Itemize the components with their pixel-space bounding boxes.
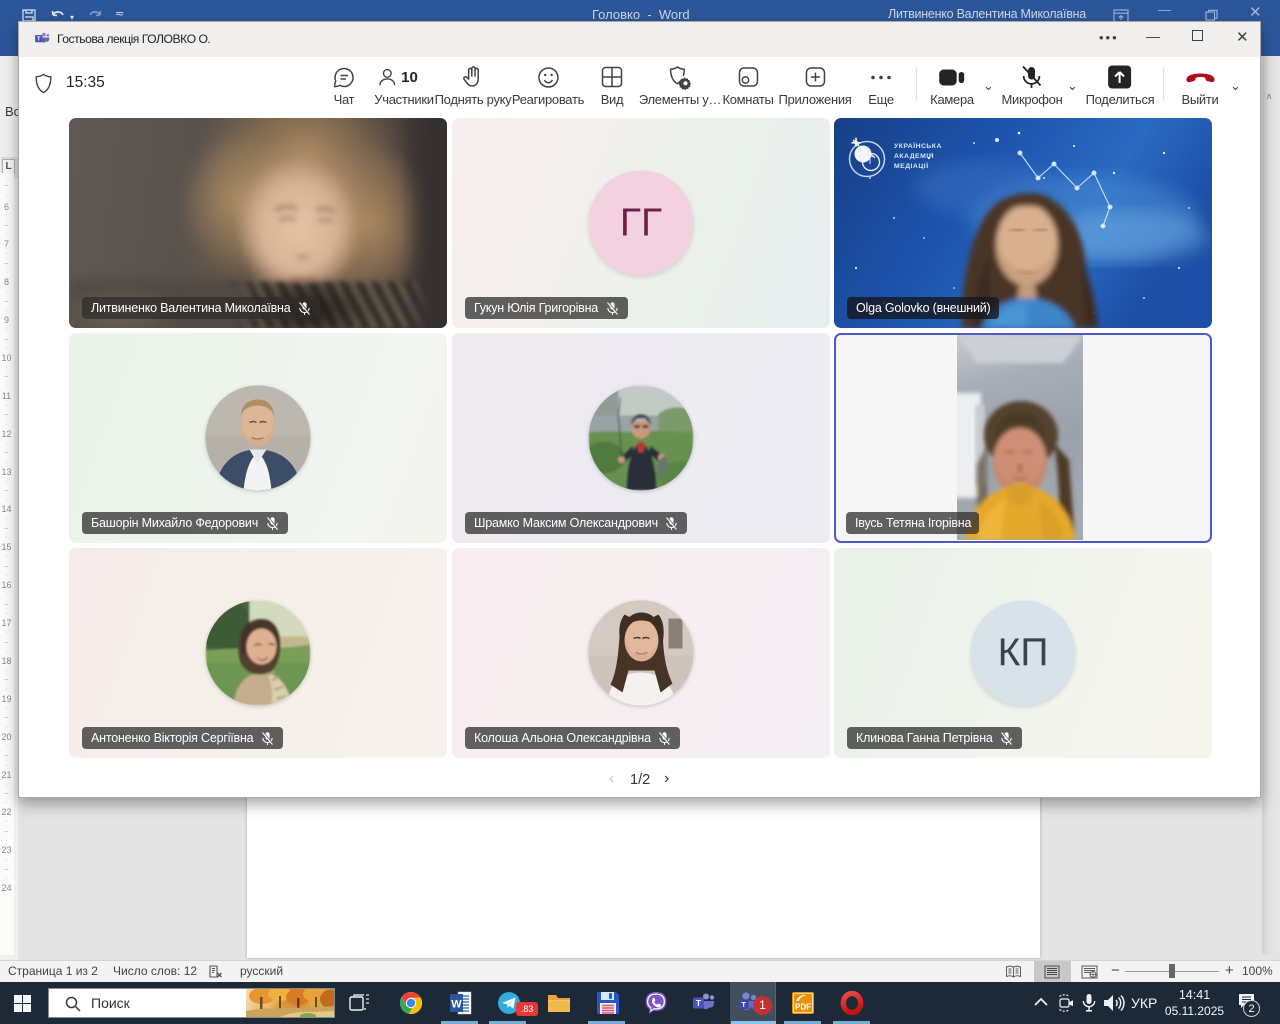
svg-text:УКРАЇНСЬКА: УКРАЇНСЬКА [894, 142, 942, 150]
svg-text:АКАДЕМІЯ: АКАДЕМІЯ [894, 153, 934, 160]
svg-text:PDF: PDF [795, 1003, 811, 1012]
svg-text:МЕДІАЦІЇ: МЕДІАЦІЇ [894, 162, 929, 170]
svg-text:T: T [696, 998, 702, 1008]
svg-text:T: T [37, 36, 41, 42]
svg-text:T: T [741, 1000, 746, 1009]
svg-text:W: W [451, 999, 462, 1011]
